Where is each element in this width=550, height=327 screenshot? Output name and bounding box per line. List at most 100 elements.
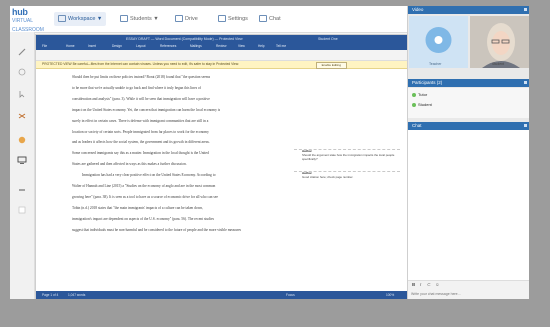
video-name-teacher: Teacher: [429, 62, 442, 66]
status-page: Page 1 of 4: [42, 293, 59, 297]
tool-rail: [10, 32, 35, 299]
document-window: ESSAY DRAFT — Word Document (Compatibili…: [35, 34, 408, 299]
chat-panel-header[interactable]: Chat: [408, 122, 529, 130]
nav-settings[interactable]: Settings: [218, 12, 248, 26]
nav-chat[interactable]: Chat: [259, 12, 281, 26]
video-tile-student[interactable]: Student: [470, 16, 529, 68]
video-panel-title: Video: [412, 7, 424, 12]
link-icon[interactable]: ⊂: [427, 282, 431, 288]
document-ribbon: [36, 50, 407, 61]
nav-chat-label: Chat: [269, 16, 281, 22]
chat-messages[interactable]: [408, 130, 529, 280]
essay-line: suggest that individuals must be non-har…: [72, 227, 242, 232]
nav-drive-label: Drive: [185, 16, 198, 22]
document-statusbar: Page 1 of 4 1,047 words Focus 100%: [36, 291, 407, 299]
circle-tool-icon[interactable]: [17, 68, 27, 76]
protected-view-bar: PROTECTED VIEW Be careful—files from the…: [36, 61, 407, 69]
app-logo[interactable]: hub VIRTUAL CLASSROOM: [12, 7, 44, 34]
menu-tell-me[interactable]: Tell me: [276, 43, 286, 50]
settings-icon: [218, 15, 226, 23]
collapse-icon[interactable]: [524, 81, 527, 84]
logo-line-2: VIRTUAL: [12, 18, 34, 24]
menu-design[interactable]: Design: [112, 43, 122, 50]
participant-name: Student: [418, 102, 432, 107]
online-status-icon: [412, 92, 416, 97]
essay-line: impact on the United States economy. Yet…: [72, 107, 221, 112]
person-webcam-icon: [470, 16, 529, 68]
participant-row[interactable]: Tutor: [412, 91, 427, 98]
participant-row[interactable]: Student: [412, 101, 432, 108]
pointer-icon[interactable]: [17, 90, 27, 98]
comment-2[interactable]: Author Good citation here; check page nu…: [302, 171, 406, 179]
video-off-icon: [425, 27, 452, 53]
menu-references[interactable]: References: [160, 43, 176, 50]
protected-view-text: PROTECTED VIEW Be careful—files from the…: [42, 62, 240, 66]
menu-mailings[interactable]: Mailings: [190, 43, 202, 50]
nav-workspace-label: Workspace ▼: [68, 16, 103, 22]
top-navigation: hub VIRTUAL CLASSROOM Workspace ▼ Studen…: [10, 6, 407, 33]
menu-file[interactable]: File: [42, 43, 47, 50]
nav-settings-label: Settings: [228, 16, 248, 22]
essay-line: consideration and analysis" (para. 3). W…: [72, 96, 210, 101]
nav-drive[interactable]: Drive: [175, 12, 198, 26]
online-status-icon: [412, 102, 416, 107]
essay-line: location or society of certain sorts. Pe…: [72, 129, 209, 134]
menu-layout[interactable]: Layout: [136, 43, 146, 50]
logo-line-1: hub: [12, 7, 28, 17]
pen-icon[interactable]: [17, 48, 27, 56]
video-panel-header[interactable]: Video: [408, 6, 529, 14]
collapse-icon[interactable]: [524, 124, 527, 127]
comment-1[interactable]: Author Should the argument state how the…: [302, 149, 406, 161]
chat-panel-title: Chat: [412, 123, 422, 128]
document-menubar: File Home Insert Design Layout Reference…: [36, 43, 407, 50]
video-name-student: Student: [492, 62, 505, 66]
chat-input[interactable]: [411, 291, 523, 297]
scissors-icon[interactable]: [17, 112, 27, 120]
students-icon: [120, 15, 128, 23]
italic-icon[interactable]: I: [420, 282, 421, 287]
menu-insert[interactable]: Insert: [88, 43, 96, 50]
essay-body: Should then be put limits on these polic…: [72, 72, 294, 236]
essay-line: immigration's impact are dependent on as…: [72, 216, 214, 221]
essay-line: and as leaders it affects how the social…: [72, 140, 210, 145]
essay-line: surely in effect in certain cases. There…: [72, 118, 209, 123]
participants-panel-header[interactable]: Participants (2): [408, 79, 529, 87]
collapse-icon[interactable]: [524, 8, 527, 11]
monitor-icon[interactable]: [17, 156, 27, 164]
chat-composer: B I ⊂ ☺: [408, 280, 529, 299]
bold-icon[interactable]: B: [412, 282, 415, 287]
menu-home[interactable]: Home: [66, 43, 75, 50]
status-focus[interactable]: Focus: [286, 291, 295, 299]
essay-line: Should then be put limits on these polic…: [72, 75, 211, 79]
chat-icon: [259, 15, 267, 23]
nav-workspace[interactable]: Workspace ▼: [54, 12, 107, 26]
document-page[interactable]: Should then be put limits on these polic…: [36, 69, 407, 291]
document-titlebar: ESSAY DRAFT — Word Document (Compatibili…: [36, 35, 407, 43]
emoji-icon[interactable]: ☺: [435, 282, 440, 287]
document-user[interactable]: Student One: [318, 35, 338, 43]
enable-editing-button[interactable]: Enable Editing: [315, 62, 347, 69]
status-zoom[interactable]: 100%: [386, 291, 394, 299]
nav-students-label: Students ▼: [130, 16, 159, 22]
essay-line: States are gathered and then affected in…: [72, 162, 187, 167]
nav-students[interactable]: Students ▼: [120, 12, 159, 26]
essay-line: Tobin (n.d.) 2018 states that "the main …: [72, 205, 204, 210]
comment-text: Should the argument state how the immigr…: [302, 153, 395, 161]
comment-text: Good citation here; check page number.: [302, 175, 354, 179]
essay-line: Immigration has had a very clear positiv…: [82, 173, 216, 178]
square-icon[interactable]: [17, 206, 27, 214]
app-window: hub VIRTUAL CLASSROOM Workspace ▼ Studen…: [10, 6, 529, 299]
menu-help[interactable]: Help: [258, 43, 265, 50]
minus-icon[interactable]: [17, 186, 27, 194]
highlight-icon[interactable]: [17, 136, 27, 144]
menu-review[interactable]: Review: [216, 43, 226, 50]
document-title: ESSAY DRAFT — Word Document (Compatibili…: [126, 37, 243, 41]
participant-name: Tutor: [418, 92, 428, 97]
drive-icon: [175, 15, 183, 23]
video-tile-teacher[interactable]: Teacher: [409, 16, 468, 68]
participants-panel-title: Participants (2): [412, 80, 443, 85]
menu-view[interactable]: View: [238, 43, 245, 50]
essay-line: Walter of Hannah and Line (2015) a "Stud…: [72, 184, 216, 189]
essay-line: Some concerned immigrants say this as a …: [72, 151, 209, 156]
status-words: 1,047 words: [68, 293, 86, 297]
